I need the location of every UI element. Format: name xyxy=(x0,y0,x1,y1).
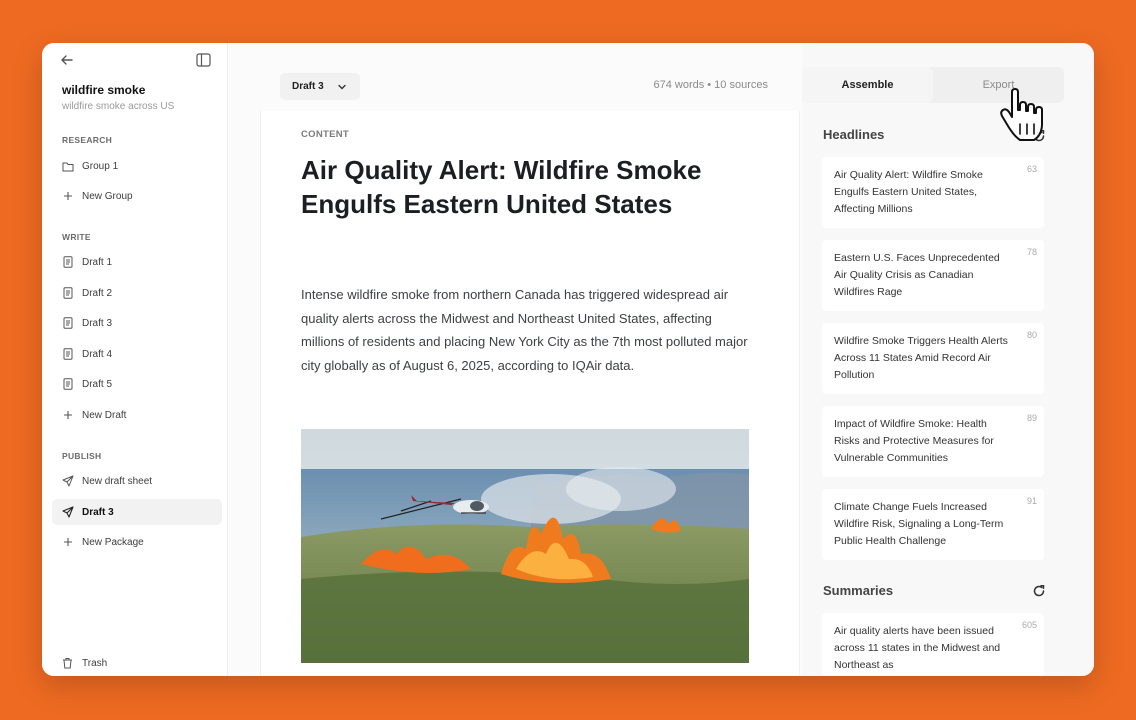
document-icon xyxy=(62,287,74,299)
sidebar-item-label: New Draft xyxy=(82,409,127,421)
document-page: CONTENT Air Quality Alert: Wildfire Smok… xyxy=(260,111,800,676)
sidebar-item-label: New draft sheet xyxy=(82,475,153,487)
plus-icon xyxy=(62,536,74,548)
headline-score: 80 xyxy=(1026,330,1037,340)
send-icon xyxy=(62,475,74,487)
draft-selector[interactable]: Draft 3 xyxy=(280,73,360,100)
headline-text: Climate Change Fuels Increased Wildfire … xyxy=(834,501,1004,547)
draft-selector-label: Draft 3 xyxy=(292,81,324,92)
headline-text: Impact of Wildfire Smoke: Health Risks a… xyxy=(834,418,994,464)
headline-card-5[interactable]: Climate Change Fuels Increased Wildfire … xyxy=(822,489,1044,560)
editor-area: Draft 3 674 words • 10 sources CONTENT A… xyxy=(228,43,802,676)
sidebar-item-new-package[interactable]: New Package xyxy=(52,529,222,555)
trash-item[interactable]: Trash xyxy=(62,657,107,669)
project-subtitle: wildfire smoke across US xyxy=(62,101,175,112)
summary-text: Air quality alerts have been issued acro… xyxy=(834,625,1001,671)
send-icon xyxy=(62,506,74,518)
sidebar-item-label: Draft 3 xyxy=(82,506,114,518)
write-section-label: WRITE xyxy=(62,232,91,242)
back-arrow-icon[interactable] xyxy=(60,53,80,73)
sidebar-item-label: New Package xyxy=(82,536,144,548)
app-window: wildfire smoke wildfire smoke across US … xyxy=(42,43,1094,676)
publish-section-label: PUBLISH xyxy=(62,451,102,461)
sidebar-item-label: Draft 1 xyxy=(82,256,113,268)
project-title: wildfire smoke xyxy=(62,83,146,97)
sidebar-item-draft-3[interactable]: Draft 3 xyxy=(52,310,222,336)
headline-card-2[interactable]: Eastern U.S. Faces Unprecedented Air Qua… xyxy=(822,240,1044,311)
sidebar-item-draft-4[interactable]: Draft 4 xyxy=(52,341,222,367)
sidebar-item-label: Draft 2 xyxy=(82,287,113,299)
trash-label: Trash xyxy=(82,657,108,669)
headline-card-4[interactable]: Impact of Wildfire Smoke: Health Risks a… xyxy=(822,406,1044,477)
sidebar-item-publish-draft-3[interactable]: Draft 3 xyxy=(52,499,222,525)
headline-score: 63 xyxy=(1026,164,1037,174)
plus-icon xyxy=(62,409,74,421)
sidebar-item-draft-1[interactable]: Draft 1 xyxy=(52,249,222,275)
headline-text: Wildfire Smoke Triggers Health Alerts Ac… xyxy=(834,335,1008,381)
sidebar-item-draft-5[interactable]: Draft 5 xyxy=(52,371,222,397)
sidebar-item-label: Draft 4 xyxy=(82,348,113,360)
headline-card-1[interactable]: Air Quality Alert: Wildfire Smoke Engulf… xyxy=(822,157,1044,228)
toggle-sidebar-icon[interactable] xyxy=(196,53,216,73)
research-section-label: RESEARCH xyxy=(62,135,113,145)
headline-text: Air Quality Alert: Wildfire Smoke Engulf… xyxy=(834,169,983,215)
sidebar: wildfire smoke wildfire smoke across US … xyxy=(42,43,228,676)
document-icon xyxy=(62,348,74,360)
sidebar-item-label: New Group xyxy=(82,190,133,202)
summary-score: 605 xyxy=(1021,620,1037,630)
tab-assemble[interactable]: Assemble xyxy=(802,67,933,103)
folder-icon xyxy=(62,160,74,172)
trash-icon xyxy=(62,657,74,669)
plus-icon xyxy=(62,190,74,202)
document-icon xyxy=(62,317,74,329)
hand-pointer-cursor-icon xyxy=(998,88,1052,144)
wildfire-helicopter-image xyxy=(301,429,749,663)
sidebar-item-draft-2[interactable]: Draft 2 xyxy=(52,280,222,306)
sidebar-item-label: Draft 3 xyxy=(82,317,113,329)
sidebar-item-new-draft-sheet[interactable]: New draft sheet xyxy=(52,468,222,494)
headline-score: 89 xyxy=(1026,413,1037,423)
article-body[interactable]: Intense wildfire smoke from northern Can… xyxy=(301,283,753,377)
headline-card-3[interactable]: Wildfire Smoke Triggers Health Alerts Ac… xyxy=(822,323,1044,394)
sidebar-item-label: Draft 5 xyxy=(82,378,113,390)
sidebar-item-new-group[interactable]: New Group xyxy=(52,183,222,209)
summaries-title: Summaries xyxy=(823,583,894,598)
content-label: CONTENT xyxy=(301,129,350,140)
sidebar-item-group-1[interactable]: Group 1 xyxy=(52,153,222,179)
sidebar-toolbar xyxy=(60,53,220,73)
word-source-count: 674 words • 10 sources xyxy=(653,79,768,91)
summary-card-1[interactable]: Air quality alerts have been issued acro… xyxy=(822,613,1044,676)
chevron-down-icon xyxy=(336,81,348,93)
document-icon xyxy=(62,378,74,390)
headline-text: Eastern U.S. Faces Unprecedented Air Qua… xyxy=(834,252,1000,298)
sidebar-item-new-draft[interactable]: New Draft xyxy=(52,402,222,428)
headlines-title: Headlines xyxy=(823,127,885,142)
headline-score: 91 xyxy=(1026,496,1037,506)
article-headline[interactable]: Air Quality Alert: Wildfire Smoke Engulf… xyxy=(301,153,711,221)
headline-score: 78 xyxy=(1026,247,1037,257)
document-icon xyxy=(62,256,74,268)
sidebar-item-label: Group 1 xyxy=(82,160,119,172)
refresh-summaries-icon[interactable] xyxy=(1032,584,1046,598)
